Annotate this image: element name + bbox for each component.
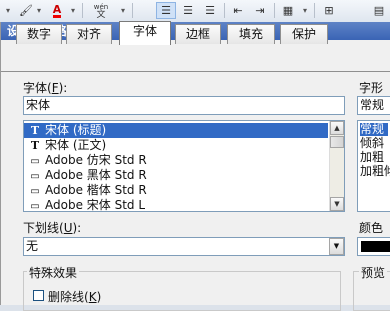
truetype-font-icon: T bbox=[30, 124, 40, 137]
printer-font-icon: ▭ bbox=[30, 156, 40, 167]
ribbon-toolbar: ▾ 🖌 ▾ A ▾ wén 文 ▾ ☰ ☰ ☰ ⇤ ⇥ ▦ ▾ ⊞ ▤ bbox=[0, 0, 390, 23]
scroll-thumb[interactable] bbox=[330, 136, 344, 148]
tab-divider bbox=[1, 71, 390, 72]
font-label: 字体(F): bbox=[23, 81, 68, 95]
strikethrough-label[interactable]: 删除线(K) bbox=[48, 288, 101, 305]
printer-font-icon: ▭ bbox=[30, 171, 40, 182]
toolbar-separator bbox=[132, 3, 133, 18]
font-option[interactable]: T 宋体 (正文) bbox=[24, 138, 328, 153]
merge-cells-icon[interactable]: ▦ bbox=[278, 2, 298, 19]
increase-indent-icon[interactable]: ⇥ bbox=[250, 2, 270, 19]
font-style-option[interactable]: 加粗 bbox=[360, 151, 384, 164]
toolbar-separator bbox=[314, 3, 315, 18]
font-style-option[interactable]: 倾斜 bbox=[360, 137, 384, 150]
font-option[interactable]: ▭ Adobe 宋体 Std L bbox=[24, 198, 328, 212]
dropdown-arrow-icon[interactable]: ▾ bbox=[34, 2, 44, 19]
printer-font-icon: ▭ bbox=[30, 186, 40, 197]
scroll-up-icon[interactable]: ▲ bbox=[330, 121, 344, 135]
toolbar-separator bbox=[274, 3, 275, 18]
font-style-input[interactable]: 常规 bbox=[357, 96, 390, 115]
font-option[interactable]: ▭ Adobe 黑体 Std R bbox=[24, 168, 328, 183]
color-swatch bbox=[361, 241, 390, 252]
font-list[interactable]: T 宋体 (标题) T 宋体 (正文) ▭ Adobe 仿宋 Std R ▭ Adobe… bbox=[23, 120, 345, 212]
preview-label: 预览 bbox=[359, 264, 388, 281]
format-cells-dialog: 设置单元格格式 数字 对齐 字体 边框 填充 保护 字体(F): 宋体 T宋体 … bbox=[0, 21, 390, 311]
toolbar-more-icon[interactable]: ▤ bbox=[370, 2, 388, 19]
phonetic-guide-button[interactable]: wén 文 bbox=[86, 2, 116, 20]
color-label: 颜色 bbox=[359, 221, 384, 235]
tab-border[interactable]: 边框 bbox=[175, 24, 221, 44]
printer-font-icon: ▭ bbox=[30, 201, 40, 212]
strikethrough-checkbox[interactable] bbox=[33, 290, 44, 301]
dropdown-arrow-icon[interactable]: ▾ bbox=[2, 2, 14, 19]
scroll-down-icon[interactable]: ▼ bbox=[330, 197, 344, 211]
dropdown-arrow-icon[interactable]: ▾ bbox=[300, 2, 310, 19]
tab-font[interactable]: 字体 bbox=[119, 21, 171, 45]
tab-protection[interactable]: 保护 bbox=[280, 24, 328, 44]
tab-number[interactable]: 数字 bbox=[16, 24, 62, 44]
dropdown-arrow-icon[interactable]: ▾ bbox=[68, 2, 78, 19]
font-option[interactable]: ▭ Adobe 楷体 Std R bbox=[24, 183, 328, 198]
align-center-icon[interactable]: ☰ bbox=[178, 2, 198, 19]
font-style-list[interactable]: 常规 倾斜 加粗 加粗倾 bbox=[357, 120, 390, 212]
font-style-label: 字形 bbox=[359, 81, 384, 95]
color-picker[interactable] bbox=[357, 237, 390, 256]
underline-select[interactable]: 无 bbox=[23, 237, 345, 256]
font-option[interactable]: T 宋体 (标题) bbox=[24, 123, 328, 138]
font-style-option[interactable]: 常规 bbox=[360, 123, 389, 136]
font-name-input[interactable]: 宋体 bbox=[23, 96, 345, 115]
tab-fill[interactable]: 填充 bbox=[227, 24, 275, 44]
effects-group-title: 特殊效果 bbox=[27, 264, 80, 281]
truetype-font-icon: T bbox=[30, 139, 40, 152]
font-style-option[interactable]: 加粗倾 bbox=[360, 165, 390, 178]
chevron-down-icon[interactable]: ▼ bbox=[329, 238, 344, 255]
font-list-scrollbar[interactable]: ▲ ▼ bbox=[329, 121, 344, 211]
underline-label: 下划线(U): bbox=[23, 221, 82, 235]
toolbar-separator bbox=[82, 3, 83, 18]
font-color-icon: A bbox=[52, 2, 62, 18]
align-right-icon[interactable]: ☰ bbox=[200, 2, 220, 19]
phonetic-char: 文 bbox=[96, 9, 106, 20]
font-option[interactable]: ▭ Adobe 仿宋 Std R bbox=[24, 153, 328, 168]
dropdown-arrow-icon[interactable]: ▾ bbox=[118, 2, 128, 19]
toolbar-separator bbox=[224, 3, 225, 18]
decrease-indent-icon[interactable]: ⇤ bbox=[228, 2, 248, 19]
font-color-button[interactable]: A bbox=[48, 2, 66, 19]
tab-alignment[interactable]: 对齐 bbox=[66, 24, 112, 44]
borders-icon[interactable]: ⊞ bbox=[318, 2, 340, 19]
fill-color-icon[interactable]: 🖌 bbox=[18, 2, 34, 19]
align-left-icon[interactable]: ☰ bbox=[156, 2, 176, 19]
